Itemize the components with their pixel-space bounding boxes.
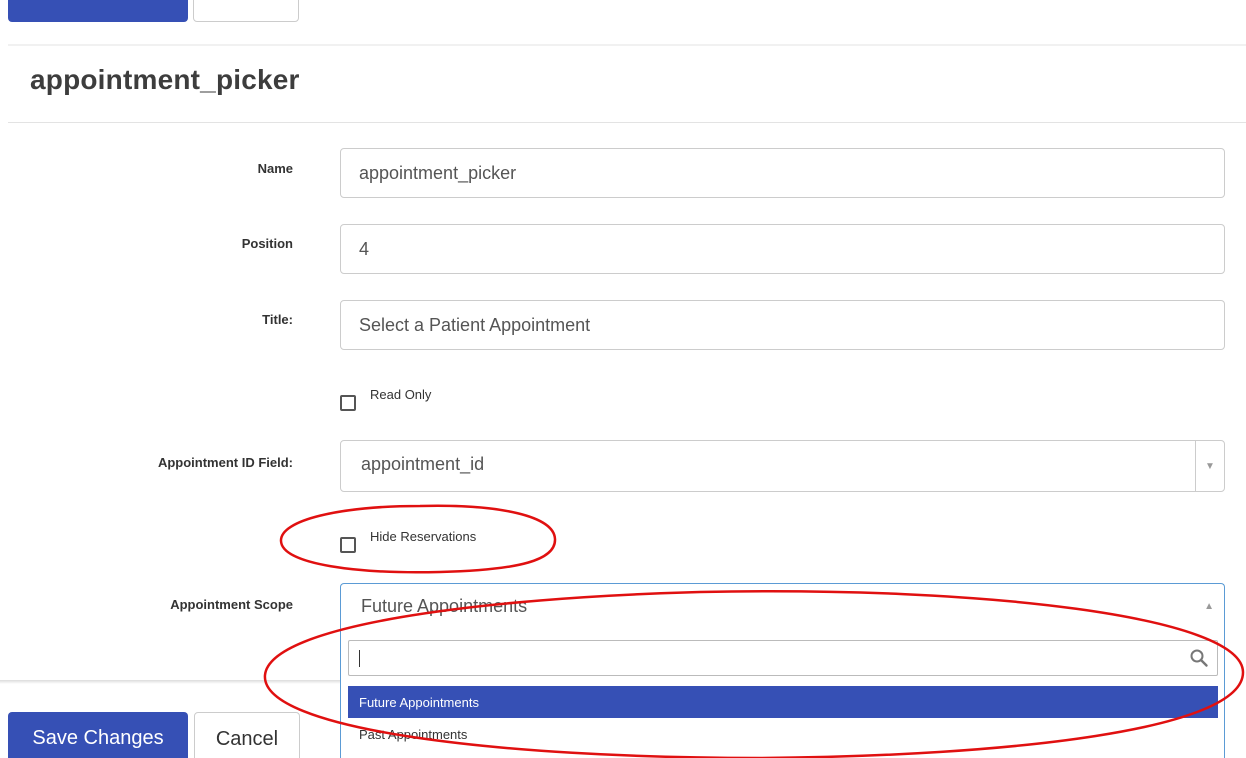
read-only-row: Read Only xyxy=(340,387,431,411)
search-icon xyxy=(1190,649,1208,667)
appointment-id-field-value: appointment_id xyxy=(361,454,485,474)
position-field[interactable]: 4 xyxy=(340,224,1225,274)
name-label: Name xyxy=(257,161,293,176)
text-caret xyxy=(359,650,360,667)
appointment-scope-value: Future Appointments xyxy=(361,596,528,616)
form-page: appointment_picker Name appointment_pick… xyxy=(0,0,1246,758)
appointment-id-field-select[interactable]: appointment_id ▼ xyxy=(340,440,1225,492)
read-only-checkbox[interactable] xyxy=(340,395,356,411)
title-divider xyxy=(8,122,1246,123)
position-label: Position xyxy=(241,236,293,251)
dropdown-search-input[interactable] xyxy=(348,640,1218,676)
appointment-id-field-label: Appointment ID Field: xyxy=(157,455,293,470)
cancel-button[interactable]: Cancel xyxy=(194,712,300,758)
title-field[interactable]: Select a Patient Appointment xyxy=(340,300,1225,350)
name-field[interactable]: appointment_picker xyxy=(340,148,1225,198)
top-primary-button[interactable] xyxy=(8,0,188,22)
appointment-scope-label: Appointment Scope xyxy=(170,597,293,612)
hide-reservations-checkbox[interactable] xyxy=(340,537,356,553)
chevron-down-icon[interactable]: ▼ xyxy=(1195,441,1224,491)
top-divider xyxy=(8,44,1246,46)
read-only-label: Read Only xyxy=(370,387,432,402)
page-title: appointment_picker xyxy=(30,64,300,95)
footer-divider xyxy=(0,680,340,684)
appointment-scope-dropdown: Future Appointments Past Appointments xyxy=(340,632,1225,758)
hide-reservations-label: Hide Reservations xyxy=(370,529,477,544)
dropdown-option-future[interactable]: Future Appointments xyxy=(348,686,1218,718)
chevron-up-icon[interactable]: ▲ xyxy=(1204,601,1214,612)
title-label: Title: xyxy=(262,312,293,327)
appointment-scope-select[interactable]: Future Appointments ▲ xyxy=(340,583,1225,633)
top-secondary-button[interactable] xyxy=(193,0,299,22)
save-changes-button[interactable]: Save Changes xyxy=(8,712,188,758)
dropdown-option-past[interactable]: Past Appointments xyxy=(348,718,1218,750)
hide-reservations-row: Hide Reservations xyxy=(340,529,476,553)
